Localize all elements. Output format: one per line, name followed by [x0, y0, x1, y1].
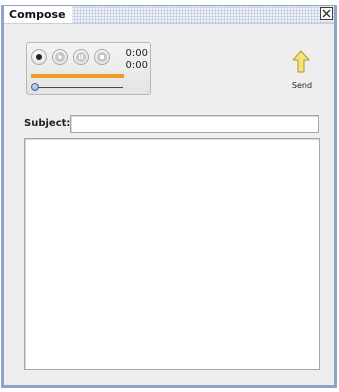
pause-icon — [76, 52, 86, 62]
play-icon — [55, 52, 65, 62]
play-button[interactable] — [52, 49, 68, 65]
window-title: Compose — [4, 6, 72, 23]
playback-slider-knob[interactable] — [31, 83, 39, 91]
up-arrow-icon — [292, 50, 310, 73]
total-time: 0:00 — [125, 60, 148, 71]
elapsed-time: 0:00 — [125, 48, 148, 59]
subject-label: Subject: — [24, 118, 71, 129]
record-button[interactable] — [31, 49, 47, 65]
send-button[interactable]: Send — [285, 50, 319, 94]
send-label: Send — [291, 81, 313, 90]
close-button[interactable] — [320, 7, 333, 20]
recording-progress-bar — [31, 74, 124, 78]
subject-input[interactable] — [70, 115, 319, 133]
audio-recorder-panel: 0:00 0:00 — [26, 42, 151, 95]
record-icon — [36, 54, 42, 60]
pause-button[interactable] — [73, 49, 89, 65]
stop-button[interactable] — [94, 49, 110, 65]
close-icon — [322, 9, 331, 18]
title-bar[interactable]: Compose — [4, 6, 334, 24]
stop-icon — [97, 52, 107, 62]
message-body-textarea[interactable] — [24, 138, 320, 370]
playback-slider-track[interactable] — [35, 87, 123, 88]
